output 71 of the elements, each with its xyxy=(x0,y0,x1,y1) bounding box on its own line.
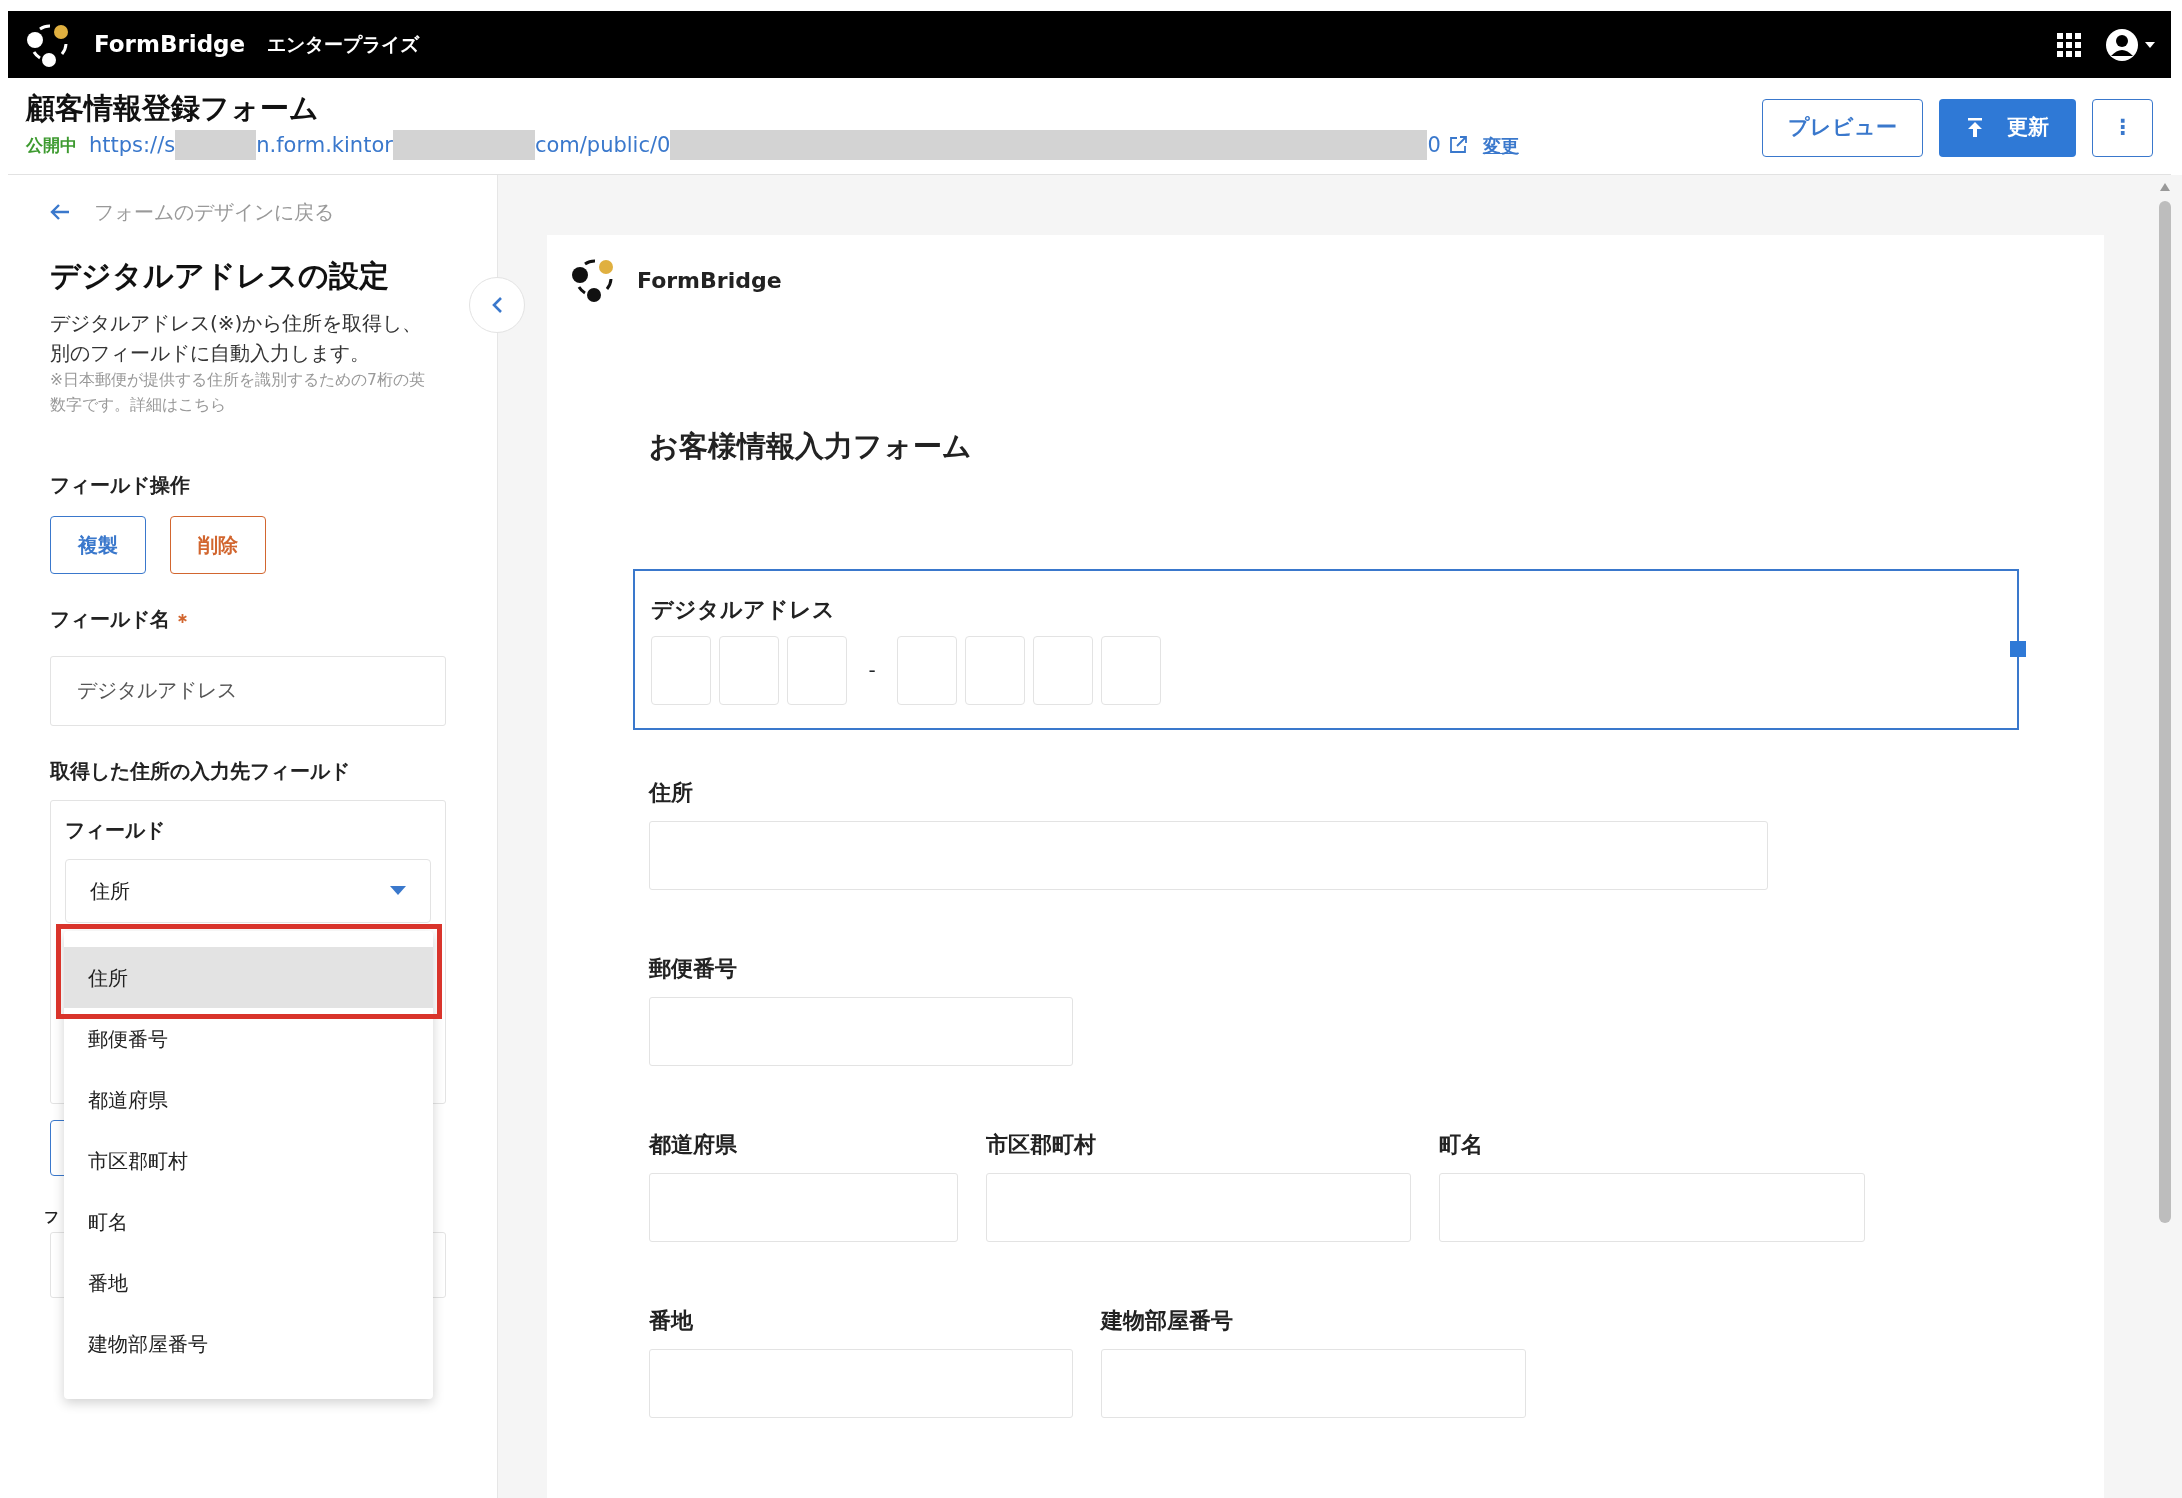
digit-input[interactable] xyxy=(1033,635,1093,705)
field-label: フ xyxy=(44,1206,59,1228)
digit-input[interactable] xyxy=(965,635,1025,705)
back-arrow-icon[interactable] xyxy=(50,203,70,221)
details-link[interactable]: 詳細はこちら xyxy=(130,395,226,414)
select-value: 住所 xyxy=(90,877,130,905)
upload-icon xyxy=(1966,118,1983,138)
url-text[interactable]: n.form.kintor xyxy=(256,129,393,162)
digit-input[interactable] xyxy=(1101,635,1161,705)
note-text: ※日本郵便が提供する住所を識別するための7桁の英数字です。詳細はこちら xyxy=(50,370,426,416)
field-label: 住所 xyxy=(649,778,694,807)
status-label: 公開中 xyxy=(26,133,77,157)
field-label: 郵便番号 xyxy=(649,954,738,983)
field-label: 建物部屋番号 xyxy=(1101,1306,1234,1335)
dropdown-option[interactable]: 郵便番号 xyxy=(64,1008,433,1069)
external-link-icon[interactable] xyxy=(1448,136,1467,155)
text-input[interactable] xyxy=(986,1172,1411,1242)
digital-address-field[interactable]: デジタルアドレス - xyxy=(633,568,2019,730)
dropdown-option[interactable]: 市区郡町村 xyxy=(64,1130,433,1191)
brand-name: FormBridge xyxy=(637,266,782,295)
scroll-up-icon[interactable] xyxy=(2160,183,2170,191)
field-label: 市区郡町村 xyxy=(986,1130,1097,1159)
dropdown-option[interactable]: 町名 xyxy=(64,1191,433,1252)
url-text[interactable]: https://s xyxy=(89,129,176,162)
field-label: フィールド xyxy=(65,816,166,844)
form-title: お客様情報入力フォーム xyxy=(649,428,973,465)
field-name-label: フィールド名 xyxy=(50,605,170,633)
dropdown-option[interactable]: 住所 xyxy=(64,947,433,1008)
back-link[interactable]: フォームのデザインに戻る xyxy=(94,197,334,227)
update-button[interactable]: 更新 xyxy=(1939,99,2076,157)
field-label: 町名 xyxy=(1439,1130,1484,1159)
text-input[interactable] xyxy=(1101,1348,1526,1418)
caret-icon xyxy=(390,886,406,896)
resize-handle[interactable] xyxy=(2010,640,2026,657)
text-input[interactable] xyxy=(649,1172,958,1242)
digit-input[interactable] xyxy=(719,635,779,705)
section-label: フィールド操作 xyxy=(50,471,191,499)
collapse-button[interactable] xyxy=(469,277,525,333)
text-input[interactable] xyxy=(1439,1172,1865,1242)
separator-text: - xyxy=(867,657,877,684)
brand-name: FormBridge xyxy=(94,30,246,60)
digit-input[interactable] xyxy=(787,635,847,705)
change-link[interactable]: 変更 xyxy=(1482,131,1519,159)
field-name-input[interactable]: デジタルアドレス xyxy=(50,655,446,726)
chevron-left-icon xyxy=(491,296,503,314)
form-title: 顧客情報登録フォーム xyxy=(26,90,320,126)
more-button[interactable]: ⋮ xyxy=(2092,99,2153,157)
edition-label: エンタープライズ xyxy=(267,32,420,58)
user-menu-icon[interactable] xyxy=(2105,27,2157,62)
text-input[interactable] xyxy=(649,996,1073,1066)
digit-input[interactable] xyxy=(897,635,957,705)
apps-grid-icon[interactable] xyxy=(2057,32,2081,57)
field-label: デジタルアドレス xyxy=(651,595,836,624)
dropdown-option[interactable]: 都道府県 xyxy=(64,1069,433,1130)
dropdown-option[interactable]: 建物部屋番号 xyxy=(64,1313,433,1374)
settings-heading: デジタルアドレスの設定 xyxy=(50,257,390,295)
digit-input[interactable] xyxy=(651,635,711,705)
url-text[interactable]: 0 xyxy=(1427,129,1441,162)
field-label: 番地 xyxy=(649,1306,694,1335)
delete-button[interactable]: 削除 xyxy=(170,515,266,574)
url-text[interactable]: com/public/0 xyxy=(534,129,671,162)
text-input[interactable] xyxy=(649,820,1768,890)
preview-button[interactable]: プレビュー xyxy=(1762,99,1923,157)
description-text: デジタルアドレス(※)から住所を取得し、別のフィールドに自動入力します。 xyxy=(50,310,424,367)
text-input[interactable] xyxy=(649,1348,1073,1418)
section-label: 取得した住所の入力先フィールド xyxy=(50,757,351,785)
field-label: 都道府県 xyxy=(649,1130,738,1159)
dropdown-option[interactable]: 番地 xyxy=(64,1252,433,1313)
field-select[interactable]: 住所 xyxy=(65,858,431,923)
scrollbar[interactable] xyxy=(2159,201,2171,1223)
duplicate-button[interactable]: 複製 xyxy=(50,515,146,574)
